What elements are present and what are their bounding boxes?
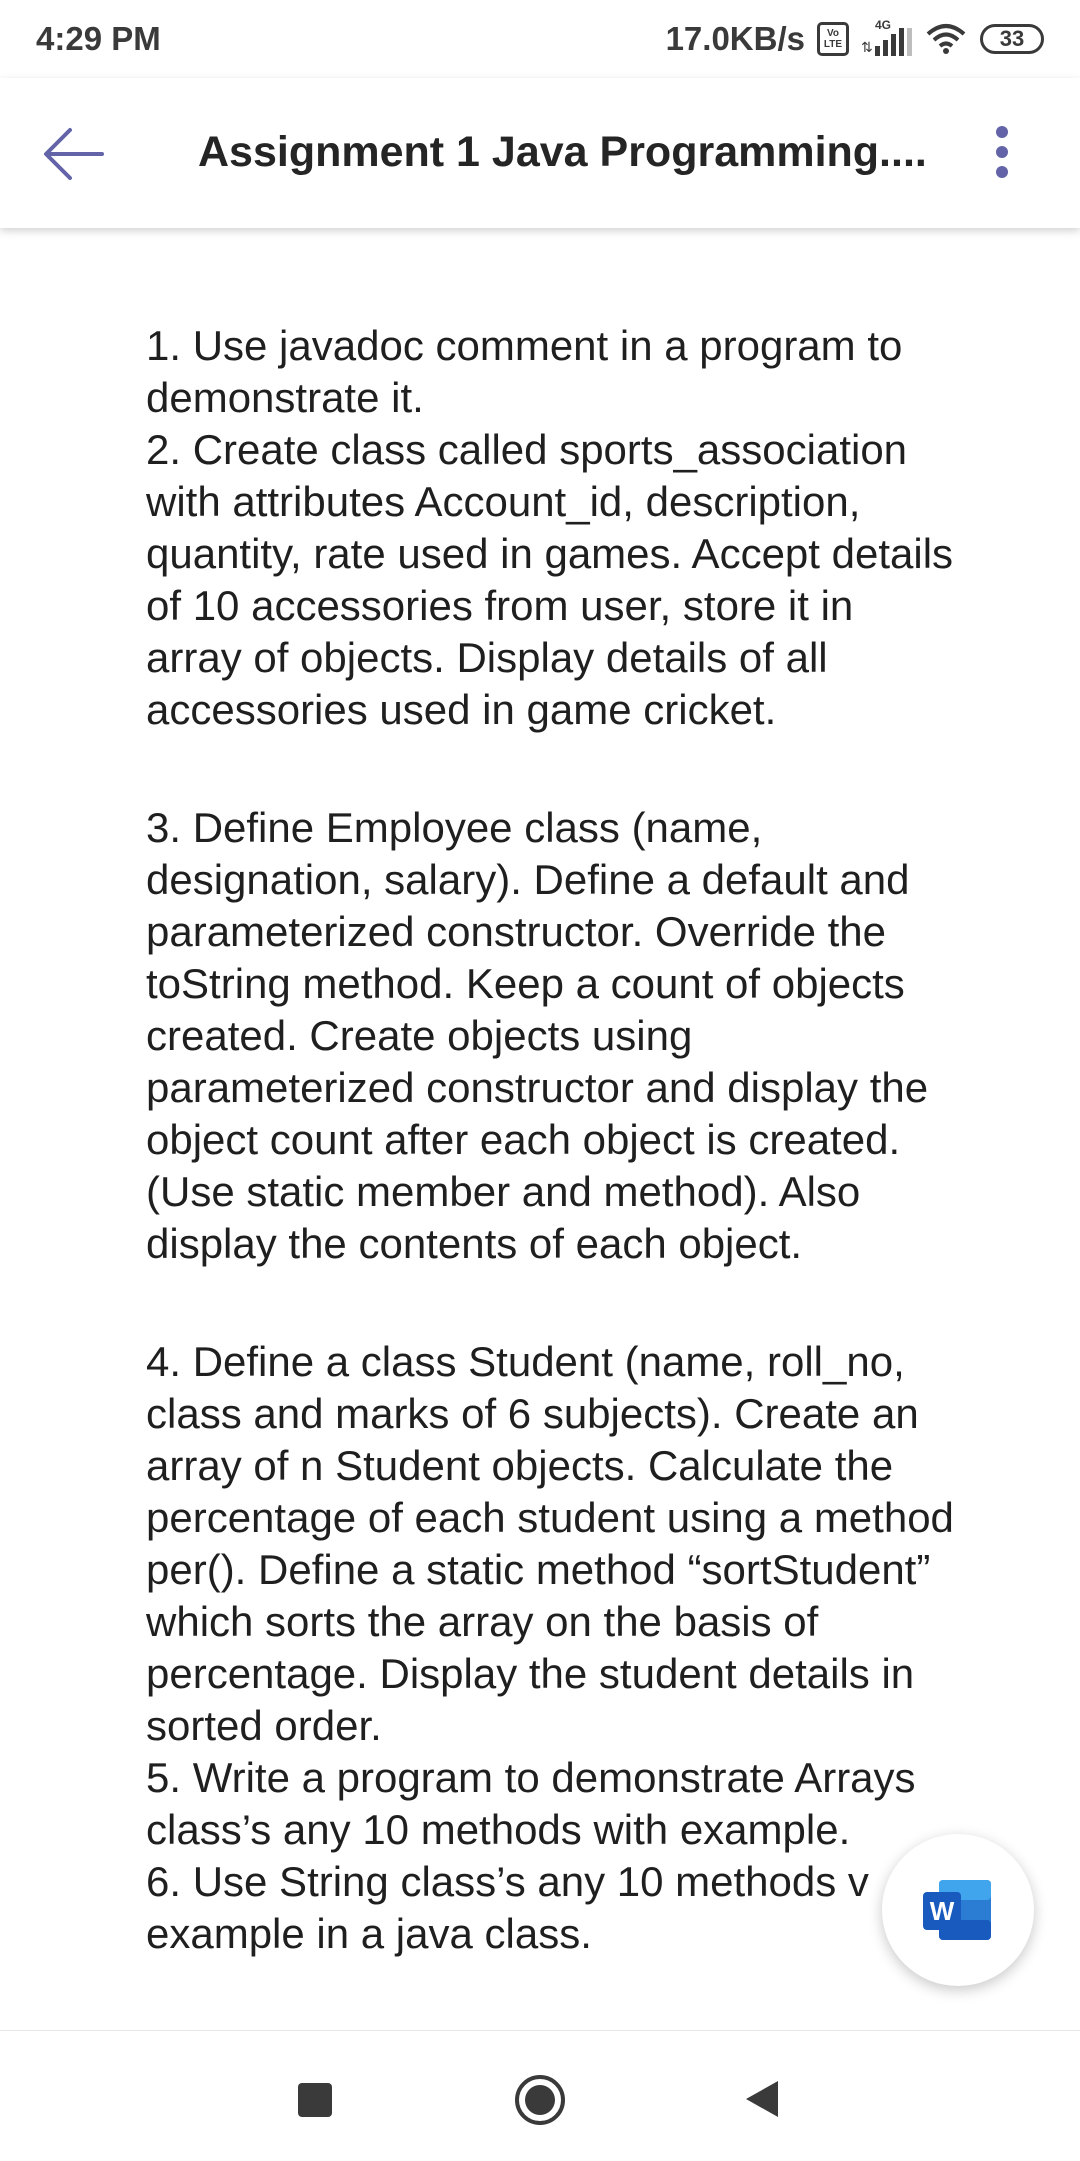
back-arrow-icon[interactable] <box>36 116 112 192</box>
recents-square-icon[interactable] <box>298 2083 332 2117</box>
home-circle-icon[interactable] <box>513 2073 567 2127</box>
system-navigation-bar <box>0 2030 1080 2161</box>
open-in-word-button[interactable]: W <box>882 1834 1034 1986</box>
word-icon-letter: W <box>930 1896 955 1926</box>
network-speed: 17.0KB/s <box>665 20 805 57</box>
document-paragraph-2: 3. Define Employee class (name, designat… <box>146 804 929 1267</box>
status-bar: 4:29 PM 17.0KB/s Vo LTE 4G ⇅ 33 <box>0 0 1080 78</box>
app-bar: Assignment 1 Java Programming.... <box>0 78 1080 228</box>
volte-icon: Vo LTE <box>817 22 849 56</box>
document-paragraph-3: 4. Define a class Student (name, roll_no… <box>146 1338 954 1957</box>
status-time: 4:29 PM <box>36 20 161 57</box>
volte-bottom-label: LTE <box>823 39 843 50</box>
wifi-icon <box>926 24 966 54</box>
microsoft-word-icon: W <box>923 1880 991 1940</box>
back-triangle-icon[interactable] <box>742 2077 782 2121</box>
document-body: 1. Use javadoc comment in a program to d… <box>146 320 1006 1960</box>
network-type-label: 4G <box>875 18 892 32</box>
data-arrows-icon: ⇅ <box>861 39 873 55</box>
status-icons: 17.0KB/s Vo LTE 4G ⇅ 33 <box>665 18 1044 58</box>
more-options-icon[interactable] <box>982 126 1022 186</box>
volte-top-label: Vo <box>826 28 840 39</box>
cellular-signal-icon: 4G ⇅ <box>861 18 912 56</box>
document-paragraph-1: 1. Use javadoc comment in a program to d… <box>146 322 954 733</box>
document-title: Assignment 1 Java Programming.... <box>198 128 927 176</box>
battery-icon: 33 <box>980 24 1044 54</box>
battery-level: 33 <box>999 26 1025 51</box>
